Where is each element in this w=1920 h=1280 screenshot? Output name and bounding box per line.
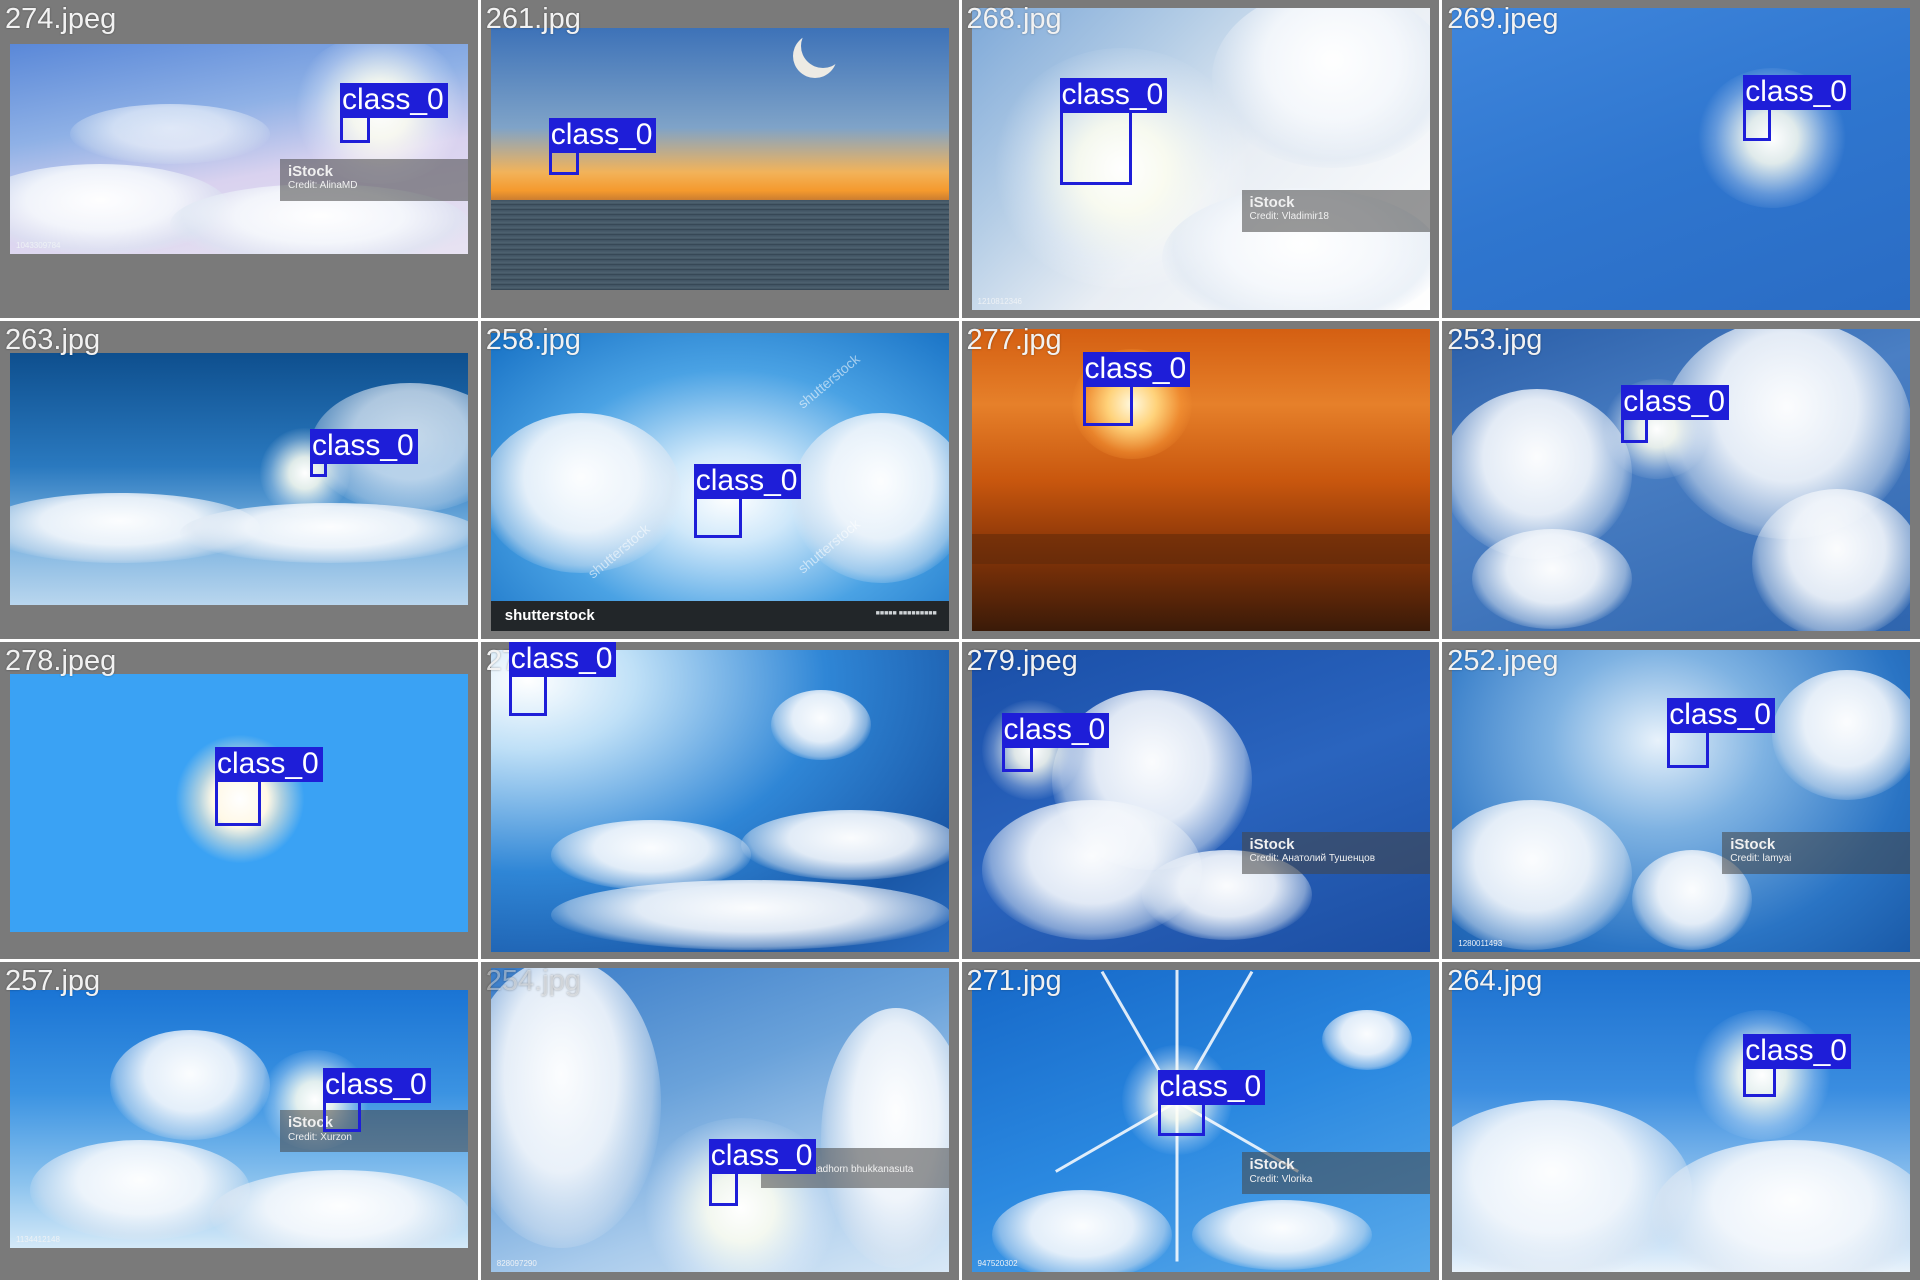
detection-box[interactable]: class_0 — [215, 746, 323, 826]
tile-filename: 279.jpeg — [966, 644, 1078, 677]
detection-label: class_0 — [508, 641, 617, 677]
detection-box[interactable]: class_0 — [1082, 351, 1191, 426]
detection-box[interactable]: class_0 — [1743, 75, 1851, 141]
detection-label: class_0 — [1059, 78, 1168, 113]
tile-filename: 269.jpeg — [1447, 3, 1559, 35]
stock-watermark: shutterstock — [794, 350, 863, 412]
sky-photo: iStock Credit: Xurzon 1134412148 — [10, 990, 468, 1249]
image-tile[interactable]: iStock Credit: Vlorika 947520302 271.jpg… — [961, 962, 1440, 1280]
sky-photo — [490, 649, 949, 952]
stock-watermark: iStock Credit: Vladimir18 — [1241, 190, 1430, 232]
tile-filename: 263.jpg — [5, 323, 101, 356]
detection-box[interactable]: class_0 — [323, 1068, 431, 1133]
detection-label: class_0 — [693, 463, 802, 499]
sky-photo: iStock Credit: lamyai 1280011493 — [1452, 649, 1911, 952]
detection-label: class_0 — [323, 1068, 431, 1104]
tile-filename: 278.jpeg — [5, 644, 117, 677]
detection-box[interactable]: class_0 — [1667, 697, 1775, 768]
detection-box[interactable]: class_0 — [1621, 384, 1729, 443]
detection-label: class_0 — [310, 428, 418, 464]
detection-label: class_0 — [1621, 384, 1729, 420]
image-tile[interactable]: iStock Credit: AlinaMD 1043309784 274.jp… — [0, 0, 478, 318]
detection-box[interactable]: class_0 — [1059, 78, 1168, 185]
image-id: 828097290 — [496, 1259, 537, 1269]
image-id: 1210812346 — [977, 297, 1023, 306]
stock-watermark: iStock Credit: Vlorika — [1241, 1152, 1430, 1195]
detection-label: class_0 — [548, 118, 657, 153]
stock-watermark: iStock Credit: AlinaMD — [280, 159, 468, 201]
image-tile[interactable]: shutterstock shutterstock shutterstock s… — [480, 320, 959, 639]
sky-photo — [10, 352, 468, 605]
stock-watermark: iStock Credit: lamyai — [1722, 831, 1911, 874]
sky-photo: iStock Credit: AlinaMD 1043309784 — [10, 44, 468, 254]
tile-filename: 254.jpg — [485, 965, 581, 998]
image-tile[interactable]: 263.jpg class_0 — [0, 320, 478, 639]
image-tile[interactable]: 269.jpeg class_0 — [1442, 0, 1920, 318]
image-id: 947520302 — [977, 1259, 1018, 1269]
detection-label: class_0 — [1743, 75, 1851, 110]
image-tile[interactable]: 261.jpg class_0 — [480, 0, 959, 318]
stock-footer-bar: shutterstock ■■■■■ ■■■■■■■■■ — [490, 600, 949, 631]
tile-filename: 271.jpg — [966, 965, 1062, 998]
tile-filename: 277.jpg — [966, 323, 1062, 356]
image-tile[interactable]: iStock Credit: Vladimir18 1210812346 268… — [961, 0, 1440, 318]
image-tile[interactable]: 277.jpg class_0 — [961, 320, 1440, 639]
detection-label: class_0 — [215, 746, 323, 782]
image-tile[interactable]: iStock Credit: Анатолий Тушенцов 279.jpe… — [961, 641, 1440, 960]
detection-label: class_0 — [340, 83, 448, 118]
sky-photo — [1452, 328, 1911, 631]
stock-watermark: iStock Credit: Анатолий Тушенцов — [1241, 831, 1430, 874]
detection-results-grid: iStock Credit: AlinaMD 1043309784 274.jp… — [0, 0, 1920, 1280]
sky-photo: iStock Credit: Анатолий Тушенцов — [971, 649, 1430, 952]
detection-label: class_0 — [1667, 697, 1775, 733]
detection-label: class_0 — [1001, 712, 1110, 748]
detection-label: class_0 — [1082, 351, 1191, 387]
tile-filename: 261.jpg — [485, 3, 581, 35]
tile-filename: 268.jpg — [966, 3, 1062, 35]
moon-icon — [801, 28, 845, 68]
image-id: 1134412148 — [16, 1235, 60, 1245]
image-tile[interactable]: 264.jpg class_0 — [1442, 962, 1920, 1280]
image-tile[interactable]: iStock Credit: lamyai 1280011493 252.jpe… — [1442, 641, 1920, 960]
image-tile[interactable]: 27 class_0 — [480, 641, 959, 960]
sunset-photo — [971, 328, 1430, 631]
detection-box[interactable]: class_0 — [1743, 1034, 1851, 1098]
detection-box[interactable]: class_0 — [340, 83, 448, 143]
detection-box[interactable]: class_0 — [693, 463, 802, 538]
detection-box[interactable]: class_0 — [508, 641, 617, 716]
stock-watermark: iStock Credit: Xurzon — [280, 1110, 468, 1153]
detection-box[interactable]: class_0 — [548, 118, 657, 175]
detection-label: class_0 — [1157, 1070, 1266, 1106]
image-tile[interactable]: iStock Credit: Xurzon 1134412148 257.jpg… — [0, 962, 478, 1280]
sky-photo: iStock Credit: Vladimir18 1210812346 — [971, 8, 1430, 310]
image-tile[interactable]: 253.jpg class_0 — [1442, 320, 1920, 639]
image-id: 1280011493 — [1458, 938, 1503, 948]
sky-photo — [1452, 970, 1911, 1273]
detection-label: class_0 — [1743, 1034, 1851, 1070]
tile-filename: 253.jpg — [1447, 323, 1543, 356]
tile-filename: 264.jpg — [1447, 965, 1543, 998]
detection-box[interactable]: class_0 — [1001, 712, 1110, 772]
image-tile[interactable]: 278.jpeg class_0 — [0, 641, 478, 960]
detection-label: class_0 — [708, 1139, 817, 1175]
detection-box[interactable]: class_0 — [708, 1139, 817, 1207]
sky-photo: Credit: yanadhorn bhukkanasuta 828097290 — [490, 968, 949, 1273]
detection-box[interactable]: class_0 — [310, 428, 418, 477]
image-tile[interactable]: Credit: yanadhorn bhukkanasuta 828097290… — [480, 962, 959, 1280]
tile-filename: 257.jpg — [5, 965, 101, 998]
sky-photo — [1452, 8, 1911, 310]
image-id: 1043309784 — [16, 241, 61, 250]
tile-filename: 274.jpeg — [5, 3, 117, 35]
tile-filename: 252.jpeg — [1447, 644, 1559, 677]
tile-filename: 258.jpg — [485, 323, 581, 356]
detection-box[interactable]: class_0 — [1157, 1070, 1266, 1137]
